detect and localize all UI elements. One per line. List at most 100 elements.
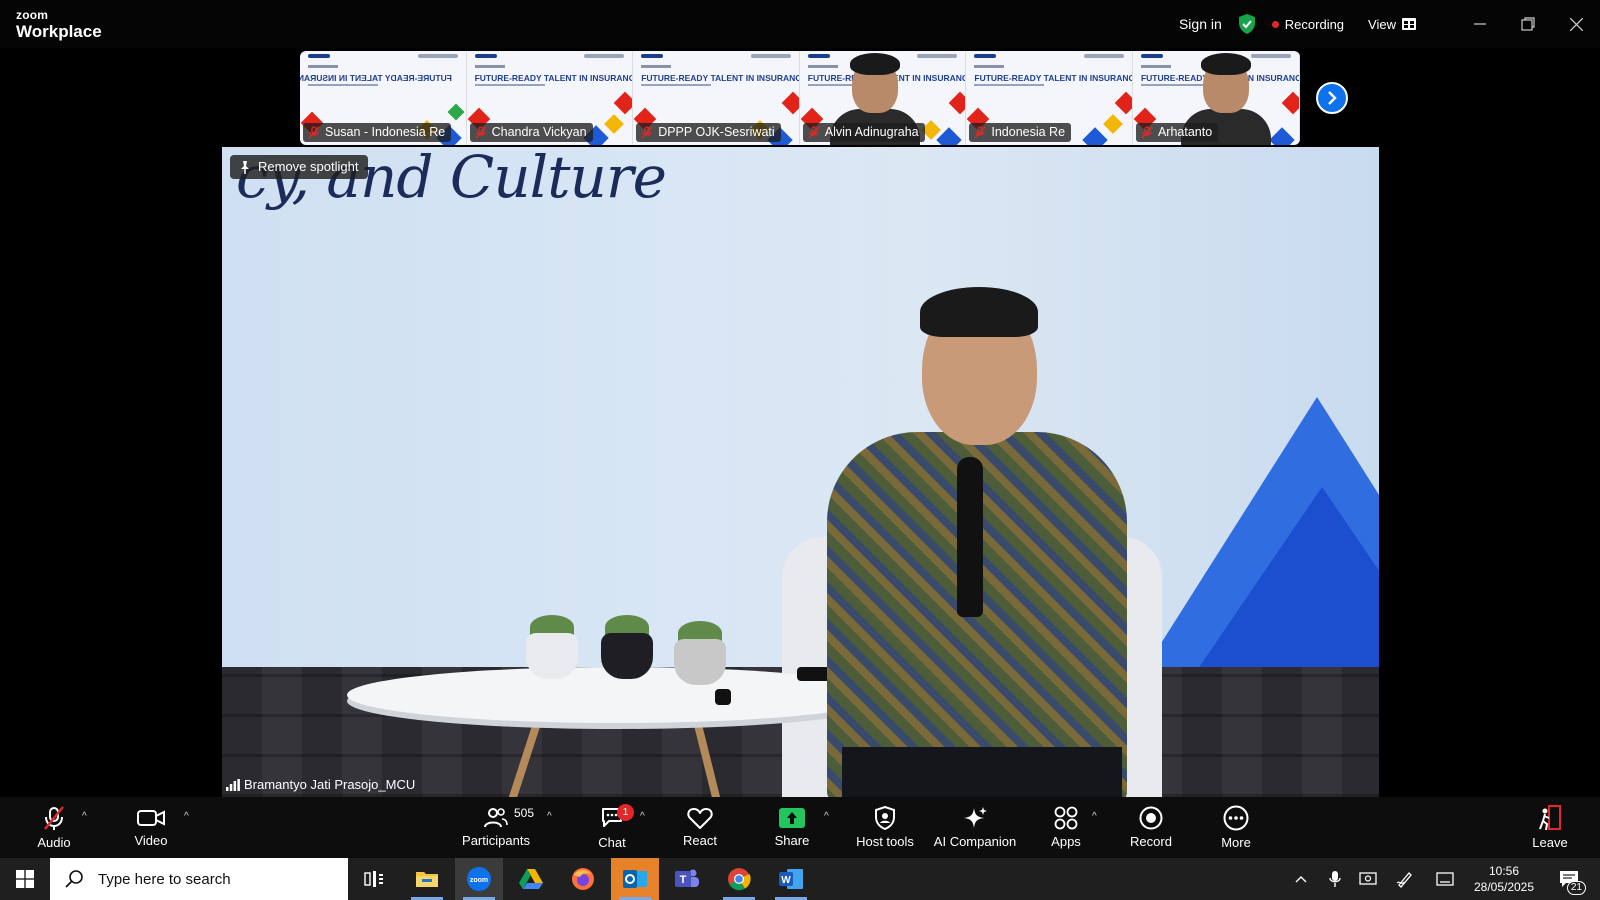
minimize-button[interactable] xyxy=(1456,0,1504,48)
tray-screen-share[interactable] xyxy=(1355,858,1381,900)
leave-button[interactable]: Leave xyxy=(1528,797,1572,858)
participant-name-tag: Susan - Indonesia Re xyxy=(303,123,452,142)
participant-thumbnail[interactable]: FUTURE-READY TALENT IN INSURANCE Chandra … xyxy=(466,51,634,145)
audio-options-caret[interactable]: ^ xyxy=(82,811,87,822)
tray-touch-keyboard[interactable] xyxy=(1432,858,1458,900)
recording-label: Recording xyxy=(1284,16,1345,32)
taskbar-teams[interactable]: T xyxy=(663,858,711,900)
taskbar-clock[interactable]: 10:56 28/05/2025 xyxy=(1462,863,1546,895)
slide-script-line xyxy=(1140,84,1211,86)
participant-name-tag: DPPP OJK-Sesriwati xyxy=(636,123,781,142)
slide-script-line xyxy=(974,84,1045,86)
logo-zoom-text: zoom xyxy=(16,8,49,22)
share-options-caret[interactable]: ^ xyxy=(824,811,829,822)
participant-thumbnail-strip: FUTURE-READY TALENT IN INSURANCE Susan - … xyxy=(300,51,1300,145)
taskbar-search-box[interactable]: Type here to search xyxy=(50,858,348,900)
svg-text:T: T xyxy=(680,874,687,886)
share-label: Share xyxy=(774,833,810,848)
slide-title: FUTURE-READY TALENT IN INSURANCE xyxy=(300,73,452,83)
video-options-caret[interactable]: ^ xyxy=(184,811,189,822)
restore-icon xyxy=(1521,17,1535,31)
microphone-muted-icon xyxy=(1141,126,1153,139)
taskbar-word[interactable]: W xyxy=(767,858,815,900)
view-button[interactable]: View xyxy=(1368,17,1416,32)
tray-pen[interactable] xyxy=(1392,858,1418,900)
participant-thumbnail[interactable]: FUTURE-READY TALENT IN INSURANCE Indonesi… xyxy=(966,51,1133,145)
taskbar-zoom[interactable]: zoom xyxy=(455,858,503,900)
apps-button[interactable]: Apps xyxy=(1044,797,1088,858)
host-tools-button[interactable]: Host tools xyxy=(852,797,918,858)
slide-logo xyxy=(474,54,497,58)
close-button[interactable] xyxy=(1552,0,1600,48)
next-page-button[interactable] xyxy=(1316,82,1348,114)
plant-pot xyxy=(601,633,653,679)
clock-date: 28/05/2025 xyxy=(1473,880,1535,894)
share-button[interactable]: Share xyxy=(770,797,814,858)
show-hidden-icons-button[interactable] xyxy=(1288,858,1314,900)
search-icon xyxy=(65,870,83,888)
slide-subheading xyxy=(807,65,838,68)
chat-unread-badge: 1 xyxy=(617,803,634,821)
slide-subheading xyxy=(974,65,1005,68)
slide-partner-logos xyxy=(417,54,458,58)
participant-name: Alvin Adinugraha xyxy=(824,125,919,139)
host-tools-shield-icon xyxy=(875,806,895,830)
participant-name-tag: Alvin Adinugraha xyxy=(802,123,925,142)
react-button[interactable]: React xyxy=(678,797,722,858)
participant-thumbnail[interactable]: FUTURE-READY TALENT IN INSURANCE DPPP OJK… xyxy=(633,51,800,145)
chevron-right-icon xyxy=(1328,91,1337,105)
remote-on-table xyxy=(715,689,731,705)
apps-options-caret[interactable]: ^ xyxy=(1092,811,1097,822)
handheld-microphone xyxy=(957,457,983,617)
chat-button[interactable]: 1 Chat xyxy=(590,797,634,858)
taskbar-outlook[interactable] xyxy=(611,858,659,900)
slide-subheading xyxy=(474,65,505,68)
more-button[interactable]: More xyxy=(1214,797,1258,858)
record-label: Record xyxy=(1130,834,1172,849)
encryption-shield-icon[interactable] xyxy=(1236,13,1258,35)
leave-door-icon xyxy=(1539,805,1561,831)
sign-in-button[interactable]: Sign in xyxy=(1179,16,1222,32)
remove-spotlight-button[interactable]: Remove spotlight xyxy=(230,155,369,179)
participant-thumbnail[interactable]: FUTURE-READY TALENT IN INSURANCEArhatant… xyxy=(1132,51,1300,145)
clock-time: 10:56 xyxy=(1488,864,1520,878)
minimize-icon xyxy=(1474,23,1486,25)
microphone-muted-icon xyxy=(44,806,64,830)
audio-label: Audio xyxy=(37,835,71,850)
recording-dot-icon xyxy=(1271,20,1279,28)
video-button[interactable]: Video xyxy=(126,797,176,858)
slide-partner-logos xyxy=(1250,54,1291,58)
restore-button[interactable] xyxy=(1504,0,1552,48)
outlook-icon xyxy=(623,870,647,888)
taskbar-google-drive[interactable] xyxy=(507,858,555,900)
heart-icon xyxy=(687,808,713,829)
participant-thumbnail[interactable]: FUTURE-READY TALENT IN INSURANCE Susan - … xyxy=(300,51,467,145)
slide-decor-shape xyxy=(948,91,966,115)
ai-companion-button[interactable]: AI Companion xyxy=(930,797,1020,858)
spotlight-video[interactable]: cy, and Culture Remove spotlight Bramant… xyxy=(222,147,1379,797)
participants-options-caret[interactable]: ^ xyxy=(547,811,552,822)
record-button[interactable]: Record xyxy=(1126,797,1176,858)
keyboard-icon xyxy=(1436,872,1454,886)
speaker-name: Bramantyo Jati Prasojo_MCU xyxy=(244,777,416,792)
taskbar-firefox[interactable] xyxy=(559,858,607,900)
participant-thumbnail[interactable]: FUTURE-READY TALENT IN INSURANCEAlvin Ad… xyxy=(799,51,967,145)
slide-logo xyxy=(1140,54,1163,58)
slide-decor-shape xyxy=(1082,127,1109,145)
notification-count-badge: 21 xyxy=(1566,881,1586,895)
notification-center-button[interactable]: 21 xyxy=(1552,858,1588,900)
chat-options-caret[interactable]: ^ xyxy=(640,811,645,822)
chat-icon-wrap: 1 xyxy=(600,803,634,835)
participants-icon xyxy=(484,808,508,828)
slide-logo xyxy=(974,54,997,58)
taskbar-file-explorer[interactable] xyxy=(403,858,451,900)
leave-label: Leave xyxy=(1532,835,1568,850)
start-button[interactable] xyxy=(0,858,50,900)
task-view-button[interactable] xyxy=(350,858,398,900)
taskbar-chrome[interactable] xyxy=(715,858,763,900)
recording-indicator[interactable]: Recording xyxy=(1271,16,1345,32)
plant-pot xyxy=(674,639,726,685)
audio-button[interactable]: Audio xyxy=(26,797,82,858)
slide-subheading xyxy=(1140,65,1171,68)
tray-microphone[interactable] xyxy=(1322,858,1348,900)
